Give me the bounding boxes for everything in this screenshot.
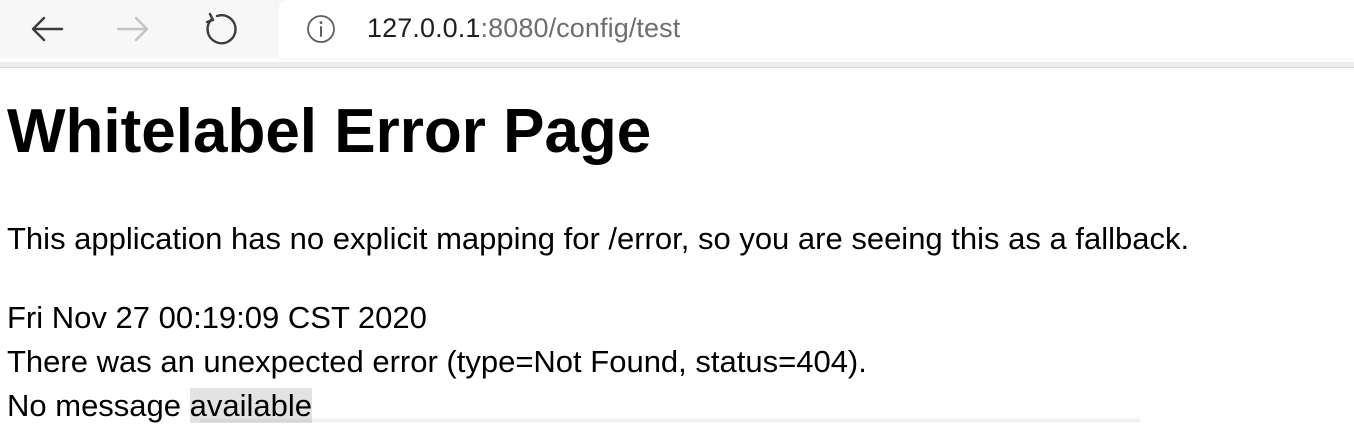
forward-button[interactable] xyxy=(112,9,154,49)
overlay-shadow xyxy=(200,418,1140,422)
error-description: This application has no explicit mapping… xyxy=(7,221,1190,256)
url-text[interactable]: 127.0.0.1:8080/config/test xyxy=(367,12,680,44)
reload-button[interactable] xyxy=(200,9,242,49)
arrow-right-icon xyxy=(114,14,152,44)
url-host: 127.0.0.1 xyxy=(367,13,481,43)
error-message-prefix: No message xyxy=(7,388,190,423)
browser-toolbar: 127.0.0.1:8080/config/test xyxy=(0,0,1354,58)
error-timestamp: Fri Nov 27 00:19:09 CST 2020 xyxy=(7,300,427,335)
reload-icon xyxy=(203,11,239,47)
error-details: Fri Nov 27 00:19:09 CST 2020 There was a… xyxy=(7,296,867,428)
back-button[interactable] xyxy=(26,9,68,49)
url-path: :8080/config/test xyxy=(480,13,681,43)
page-title: Whitelabel Error Page xyxy=(7,97,652,166)
page-content: Whitelabel Error Page xyxy=(7,96,1347,168)
arrow-left-icon xyxy=(28,14,66,44)
toolbar-divider xyxy=(0,62,1354,68)
info-circle-icon[interactable] xyxy=(306,14,336,44)
error-status: There was an unexpected error (type=Not … xyxy=(7,344,867,379)
address-bar[interactable]: 127.0.0.1:8080/config/test xyxy=(278,0,1354,58)
